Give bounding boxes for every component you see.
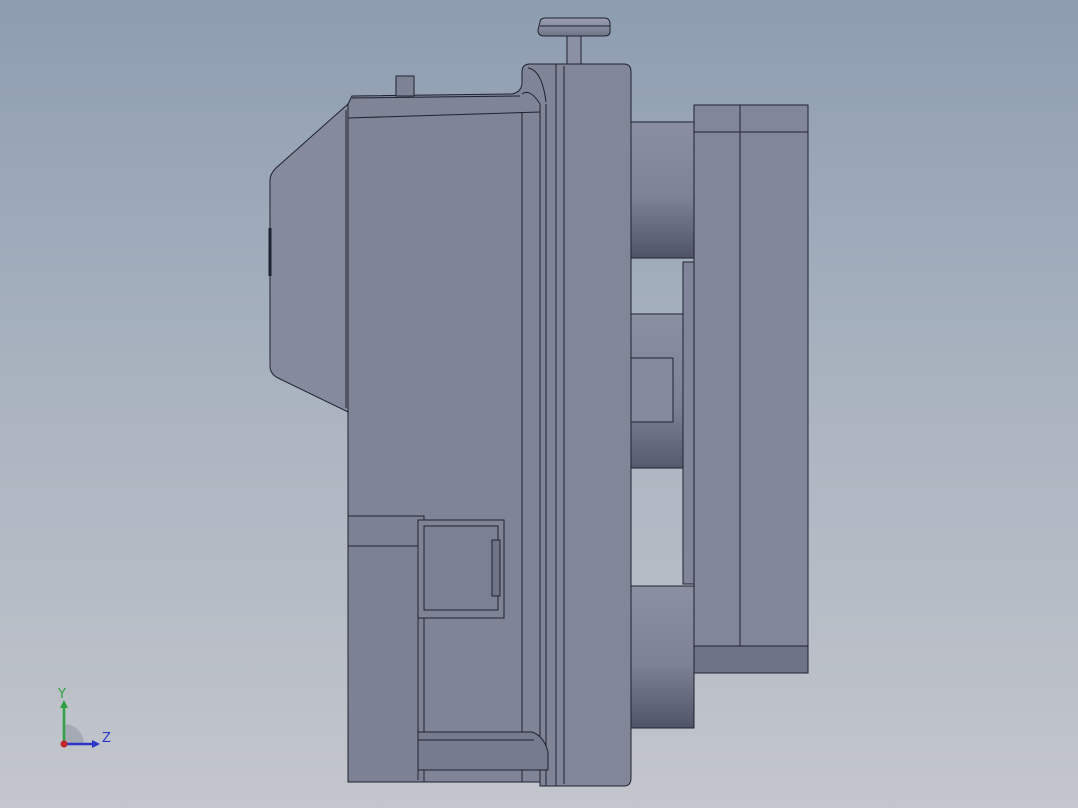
z-axis-arrow-icon — [92, 740, 100, 748]
triad-z-label: Z — [102, 731, 111, 746]
bottom-groove — [417, 731, 549, 771]
boss-bottom — [630, 585, 695, 729]
cad-model[interactable] — [0, 0, 1078, 808]
x-axis-dot-icon — [60, 740, 68, 748]
top-pin — [395, 75, 415, 97]
back-plate — [693, 104, 809, 674]
triad-y-label: Y — [58, 687, 66, 702]
model-edges-group — [268, 17, 809, 787]
connector-housing — [347, 515, 425, 783]
triad-sector — [64, 724, 84, 744]
top-knob-stem — [566, 33, 582, 65]
boss-middle-nut — [630, 357, 674, 423]
boss-top — [630, 121, 695, 259]
lens-housing — [269, 102, 349, 413]
housing-flange — [555, 63, 632, 787]
top-knob-cap — [537, 17, 611, 37]
graphics-viewport[interactable]: Y Z — [0, 0, 1078, 808]
